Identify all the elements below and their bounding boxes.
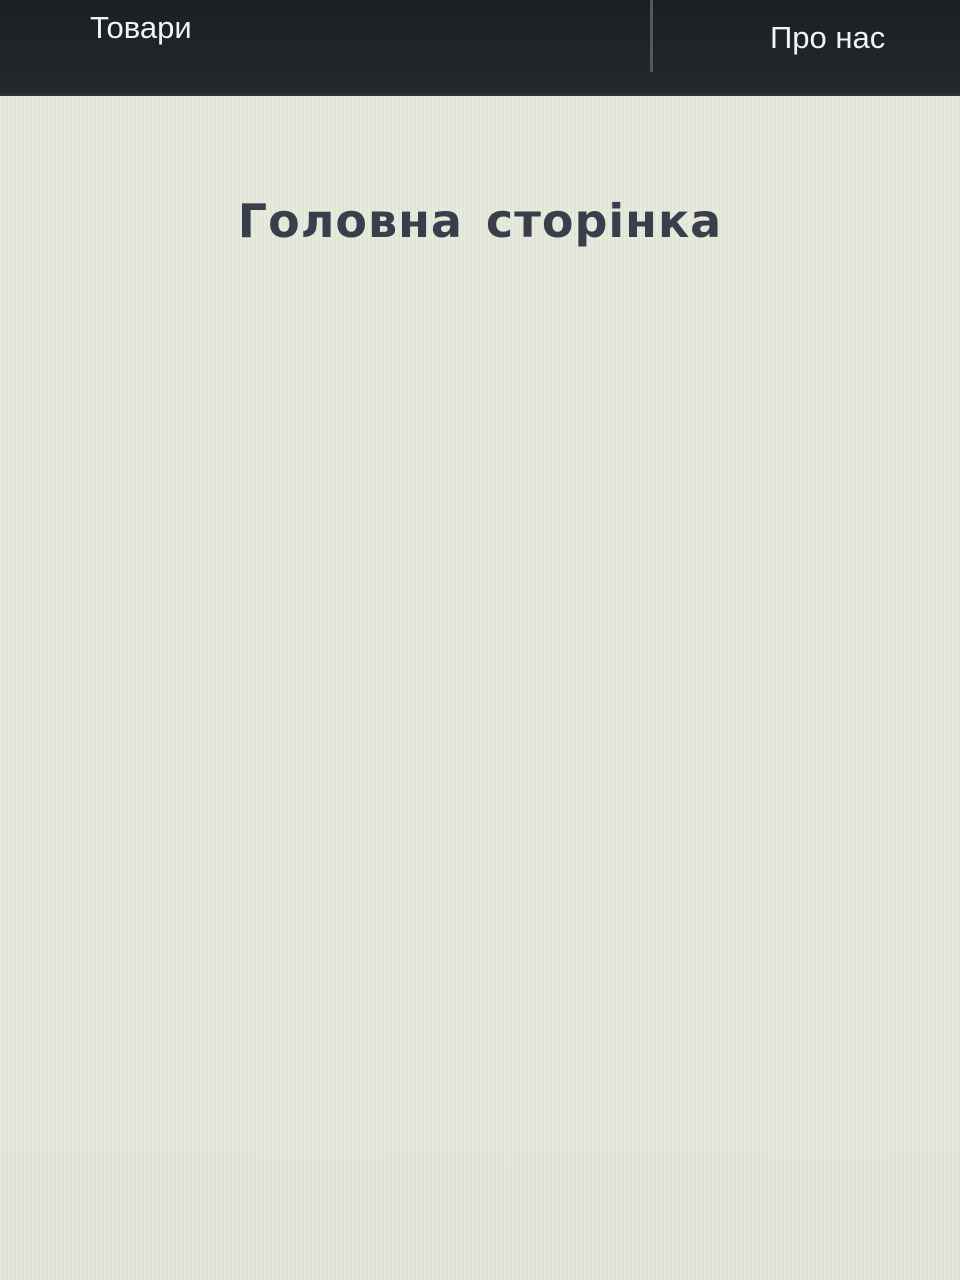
main-content: Головна сторінка	[0, 96, 960, 1280]
nav-link-about-us[interactable]: Про нас	[770, 22, 885, 53]
nav-link-products[interactable]: Товари	[90, 12, 192, 43]
nav-divider	[650, 0, 653, 72]
page-title: Головна сторінка	[237, 194, 723, 248]
top-navigation-bar: Товари Про нас	[0, 0, 960, 96]
